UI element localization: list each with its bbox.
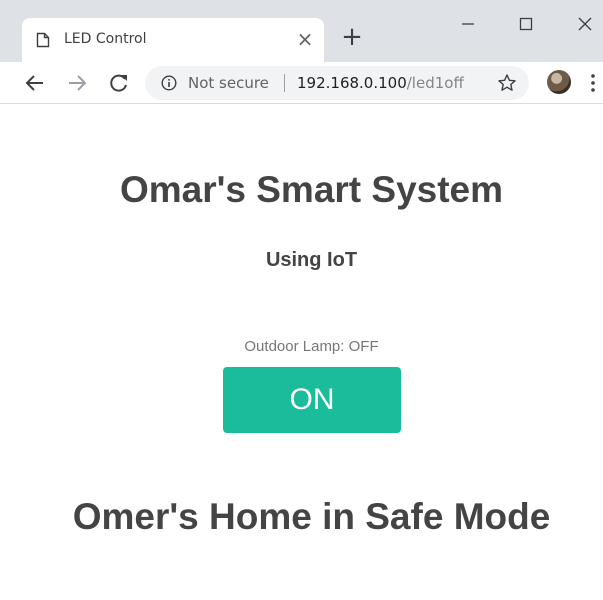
window-close-icon[interactable] xyxy=(571,10,599,38)
arrow-right-icon[interactable] xyxy=(64,70,90,96)
new-tab-icon[interactable]: + xyxy=(340,24,364,50)
tab-title: LED Control xyxy=(64,31,147,47)
browser-toolbar: Not secure 192.168.0.100/led1off xyxy=(0,62,603,104)
page-subtitle: Using IoT xyxy=(265,249,358,271)
minimize-icon[interactable] xyxy=(454,10,482,38)
reload-icon[interactable] xyxy=(106,70,132,96)
tab-close-icon[interactable]: × xyxy=(294,28,316,50)
browser-titlebar: LED Control × + xyxy=(0,0,603,62)
lamp-on-button[interactable]: ON xyxy=(223,367,401,433)
lamp-status: Outdoor Lamp: OFF xyxy=(244,338,379,355)
page-content: Omar's Smart System Using IoT Outdoor La… xyxy=(0,105,603,600)
address-bar[interactable]: Not secure 192.168.0.100/led1off xyxy=(145,66,529,100)
page-title: Omar's Smart System xyxy=(119,169,504,210)
security-label[interactable]: Not secure xyxy=(188,74,269,92)
url-separator xyxy=(284,74,285,92)
url-text[interactable]: 192.168.0.100/led1off xyxy=(297,74,464,92)
page-icon xyxy=(36,32,50,48)
url-host: 192.168.0.100 xyxy=(297,74,407,92)
star-icon[interactable] xyxy=(497,73,517,93)
url-path: /led1off xyxy=(406,74,464,92)
mode-heading: Omer's Home in Safe Mode xyxy=(72,496,551,537)
info-icon[interactable] xyxy=(161,75,177,91)
browser-tab[interactable]: LED Control × xyxy=(22,18,324,62)
arrow-left-icon[interactable] xyxy=(22,70,48,96)
three-dots-icon[interactable] xyxy=(590,72,596,94)
maximize-icon[interactable] xyxy=(512,10,540,38)
profile-avatar[interactable] xyxy=(547,70,571,94)
